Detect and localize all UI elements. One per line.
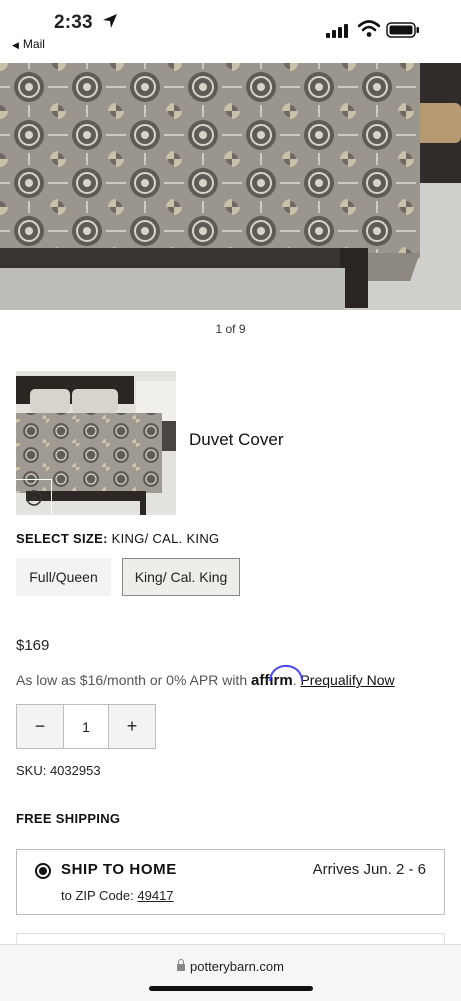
location-arrow-icon xyxy=(103,14,117,28)
zoom-icon[interactable] xyxy=(16,479,52,515)
product-title: Duvet Cover xyxy=(189,430,284,449)
wifi-icon xyxy=(358,20,380,37)
financing-text: As low as $16/month or 0% APR with xyxy=(16,672,248,688)
quantity-increment-button[interactable]: + xyxy=(109,705,155,748)
sku-label: SKU: 4032953 xyxy=(16,763,101,778)
product-hero-image[interactable] xyxy=(0,63,461,310)
product-thumbnail[interactable] xyxy=(16,371,176,515)
ship-to-home-title: SHIP TO HOME xyxy=(61,861,177,878)
selected-size-value: KING/ CAL. KING xyxy=(111,531,220,546)
quantity-stepper: − 1 + xyxy=(16,704,156,749)
gallery-pager: 1 of 9 xyxy=(215,322,246,336)
quantity-value[interactable]: 1 xyxy=(63,705,109,748)
cellular-signal-icon xyxy=(326,24,348,38)
battery-icon xyxy=(386,22,419,38)
ship-to-home-option[interactable]: SHIP TO HOME Arrives Jun. 2 - 6 to ZIP C… xyxy=(16,849,445,915)
arrival-estimate: Arrives Jun. 2 - 6 xyxy=(312,861,426,878)
url-text: potterybarn.com xyxy=(190,959,284,974)
status-time: 2:33 xyxy=(54,12,93,33)
size-option-king-cal-king[interactable]: King/ Cal. King xyxy=(122,558,240,596)
status-bar: 2:33 ◀ Mail xyxy=(0,0,461,62)
size-option-full-queen[interactable]: Full/Queen xyxy=(16,558,111,596)
select-size-label: SELECT SIZE: KING/ CAL. KING xyxy=(16,531,219,546)
select-size-heading: SELECT SIZE: xyxy=(16,531,108,546)
back-mail-label: Mail xyxy=(22,37,45,51)
zip-code-label: to ZIP Code: xyxy=(61,888,134,903)
address-bar-url[interactable]: potterybarn.com xyxy=(0,959,461,974)
browser-address-bar[interactable]: potterybarn.com xyxy=(0,944,461,1001)
back-to-mail-link[interactable]: ◀ Mail xyxy=(12,37,45,51)
magnifier-icon xyxy=(26,490,42,506)
prequalify-link[interactable]: Prequalify Now xyxy=(300,672,394,688)
quantity-decrement-button[interactable]: − xyxy=(17,705,63,748)
zip-code-line: to ZIP Code: 49417 xyxy=(61,888,174,903)
affirm-logo: affirm xyxy=(251,665,303,689)
lock-icon xyxy=(177,959,186,971)
zip-code-link[interactable]: 49417 xyxy=(137,888,173,903)
ship-to-home-radio[interactable] xyxy=(35,863,51,879)
home-indicator[interactable] xyxy=(149,986,313,991)
duvet-photo xyxy=(0,63,461,310)
back-triangle-icon: ◀ xyxy=(12,40,19,50)
free-shipping-heading: FREE SHIPPING xyxy=(16,811,121,826)
financing-line: As low as $16/month or 0% APR with affir… xyxy=(16,665,395,689)
affirm-arc-icon xyxy=(269,665,303,681)
product-price: $169 xyxy=(16,637,50,654)
